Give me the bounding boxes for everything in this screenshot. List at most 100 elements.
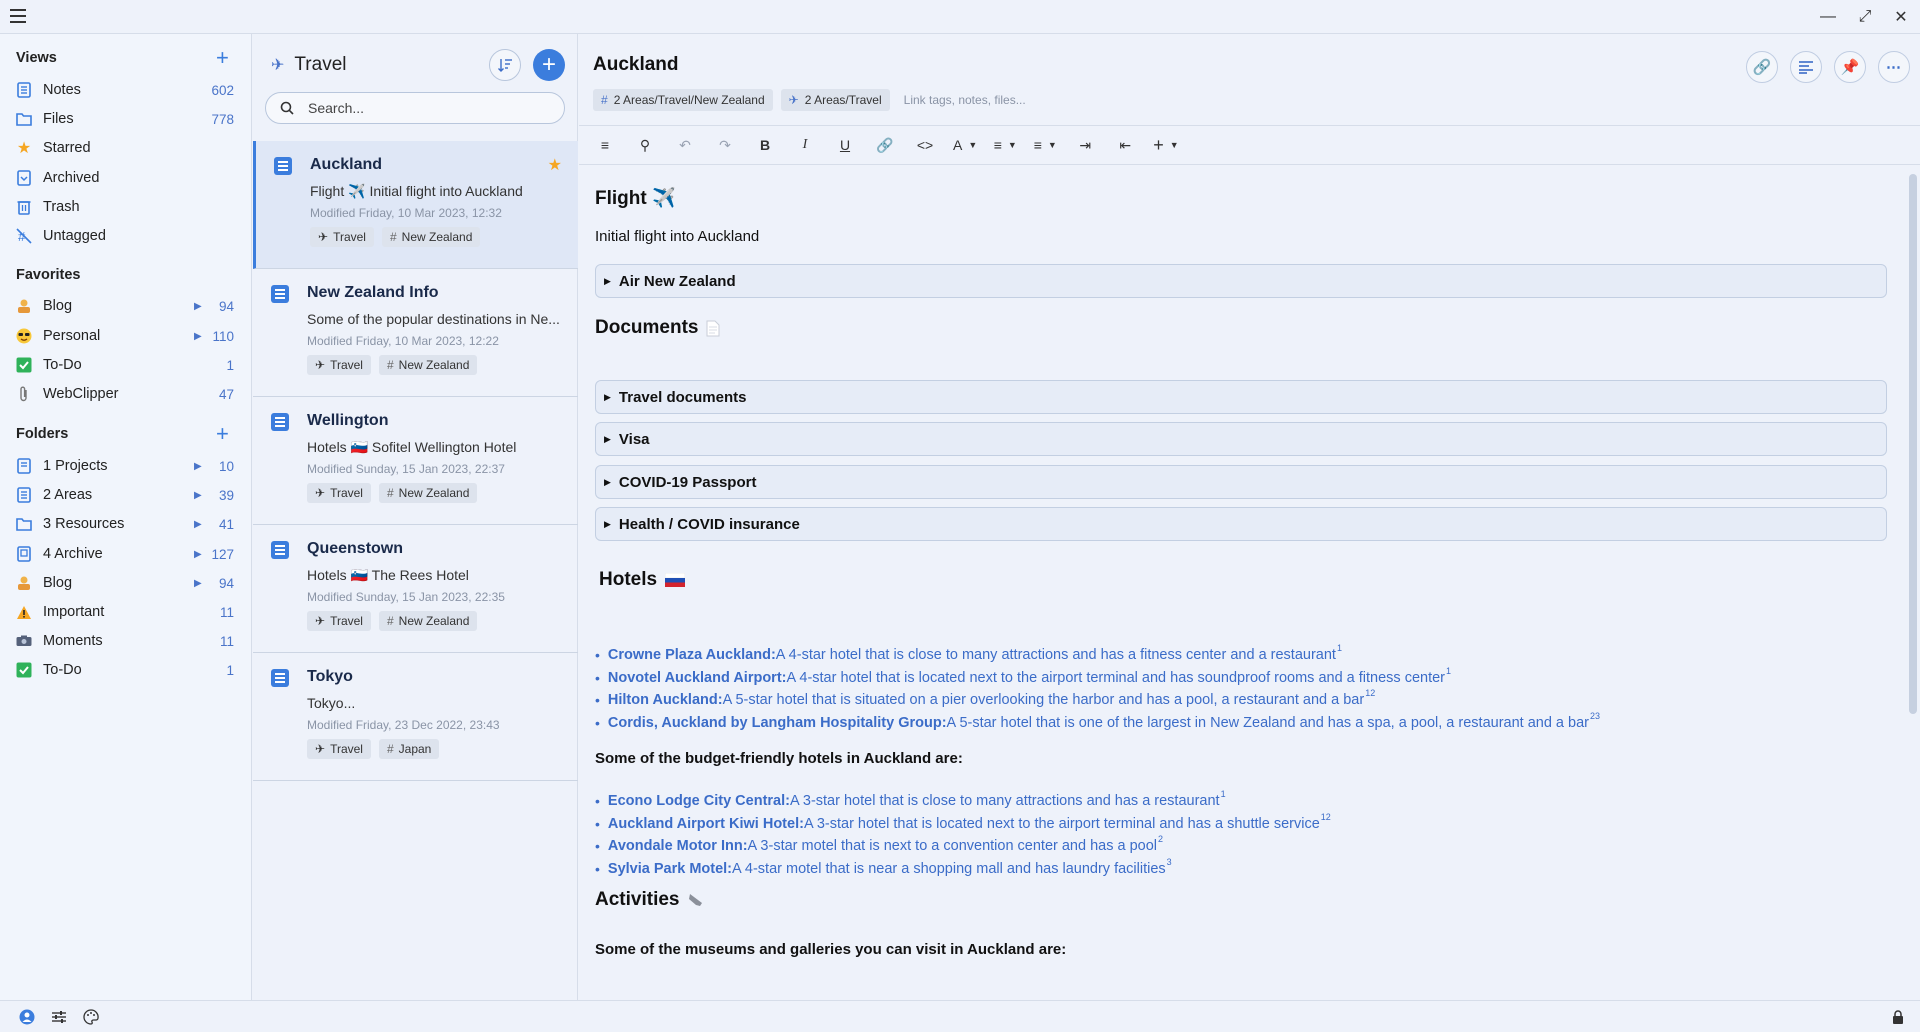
hotel-link[interactable]: Sylvia Park Motel: [608, 861, 732, 877]
tag-new-zealand[interactable]: # New Zealand [378, 611, 478, 631]
maximize-icon[interactable]: ⤢ [1853, 6, 1877, 28]
sidebar-item-2-areas[interactable]: 2 Areas ▶ 39 [0, 481, 252, 509]
sidebar-item-untagged[interactable]: # Untagged [0, 222, 252, 250]
account-icon[interactable] [19, 1009, 35, 1025]
details-health-covid-insurance[interactable]: ▶ Health / COVID insurance [595, 507, 1887, 541]
pin-button[interactable]: 📌 [1834, 51, 1866, 83]
insert-dropdown[interactable]: + ▼ [1153, 131, 1178, 159]
tag-travel[interactable]: ✈ Travel [307, 483, 371, 503]
tag-new-zealand[interactable]: # New Zealand [378, 355, 478, 375]
find-button[interactable]: ⚲ [633, 131, 657, 159]
note-title-heading[interactable]: Auckland [593, 54, 679, 76]
hotel-link[interactable]: Novotel Auckland Airport: [608, 670, 787, 686]
more-options-button[interactable]: ⋯ [1878, 51, 1910, 83]
settings-sliders-icon[interactable] [51, 1009, 67, 1025]
hotel-link[interactable]: Avondale Motor Inn: [608, 838, 748, 854]
sidebar-item-4-archive[interactable]: 4 Archive ▶ 127 [0, 540, 252, 568]
tag-japan[interactable]: # Japan [378, 739, 440, 759]
sidebar-item-notes[interactable]: Notes 602 [0, 76, 252, 104]
note-item-new-zealand-info[interactable]: New Zealand Info Some of the popular des… [253, 269, 578, 397]
note-item-queenstown[interactable]: Queenstown Hotels 🇸🇮 The Rees Hotel Modi… [253, 525, 578, 653]
link-button[interactable]: 🔗 [1746, 51, 1778, 83]
sidebar-item-archived[interactable]: Archived [0, 164, 252, 192]
tag-new-zealand[interactable]: # New Zealand [381, 227, 481, 247]
minimize-icon[interactable]: — [1816, 6, 1840, 28]
expand-arrow-icon[interactable]: ▶ [194, 301, 202, 312]
footnote-ref[interactable]: 1 [1221, 789, 1226, 799]
lock-icon[interactable] [1890, 1009, 1906, 1025]
tag-travel[interactable]: ✈ Travel [307, 355, 371, 375]
list-dropdown[interactable]: ≡ ▼ [993, 131, 1017, 159]
details-covid-passport[interactable]: ▶ COVID-19 Passport [595, 465, 1887, 499]
tag-travel[interactable]: ✈ Travel [310, 227, 374, 247]
palette-icon[interactable] [83, 1009, 99, 1025]
footnote-ref[interactable]: 1 [1337, 643, 1342, 653]
scrollbar-thumb[interactable] [1909, 174, 1917, 714]
footnote-ref[interactable]: 3 [1167, 857, 1172, 867]
expand-arrow-icon[interactable]: ▶ [194, 331, 202, 342]
footnote-ref[interactable]: 12 [1321, 812, 1331, 822]
sidebar-item-files[interactable]: Files 778 [0, 105, 252, 133]
indent-button[interactable]: ⇥ [1073, 131, 1097, 159]
link-tags-input[interactable]: Link tags, notes, files... [904, 93, 1026, 107]
expand-arrow-icon[interactable]: ▶ [194, 578, 202, 589]
search-box[interactable] [265, 92, 565, 124]
tag-travel[interactable]: ✈ Travel [307, 739, 371, 759]
insert-link-button[interactable]: 🔗 [873, 131, 897, 159]
underline-button[interactable]: U [833, 131, 857, 159]
outline-button[interactable] [1790, 51, 1822, 83]
close-icon[interactable]: ✕ [1889, 6, 1913, 28]
add-folder-icon[interactable]: + [216, 423, 229, 445]
note-content[interactable]: Flight ✈️ Initial flight into Auckland ▶… [579, 166, 1905, 1000]
tag-2-areas-travel-new-zealand[interactable]: #2 Areas/Travel/New Zealand [593, 89, 773, 111]
sidebar-item-personal[interactable]: Personal ▶ 110 [0, 322, 252, 350]
star-icon[interactable]: ★ [548, 155, 562, 175]
italic-button[interactable]: I [793, 131, 817, 159]
expand-arrow-icon[interactable]: ▶ [194, 490, 202, 501]
sidebar-item-moments[interactable]: Moments 11 [0, 627, 252, 655]
expand-arrow-icon[interactable]: ▶ [194, 519, 202, 530]
sidebar-item-starred[interactable]: ★ Starred [0, 134, 252, 162]
search-input[interactable] [308, 100, 548, 116]
sidebar-item-todo-folder[interactable]: To-Do 1 [0, 656, 252, 684]
hotel-link[interactable]: Cordis, Auckland by Langham Hospitality … [608, 715, 947, 731]
sidebar-item-webclipper[interactable]: WebClipper 47 [0, 380, 252, 408]
sidebar-item-todo-favorite[interactable]: To-Do 1 [0, 351, 252, 379]
hotel-link[interactable]: Crowne Plaza Auckland: [608, 647, 776, 663]
details-travel-documents[interactable]: ▶ Travel documents [595, 380, 1887, 414]
expand-arrow-icon[interactable]: ▶ [194, 461, 202, 472]
redo-button[interactable]: ↷ [713, 131, 737, 159]
hotel-link[interactable]: Auckland Airport Kiwi Hotel: [608, 816, 804, 832]
add-view-icon[interactable]: + [216, 47, 229, 69]
details-air-new-zealand[interactable]: ▶ Air New Zealand [595, 264, 1887, 298]
note-item-auckland[interactable]: Auckland ★ Flight ✈️ Initial flight into… [253, 141, 578, 269]
code-button[interactable]: <> [913, 131, 937, 159]
outdent-button[interactable]: ⇤ [1113, 131, 1137, 159]
toggle-toolbar-button[interactable]: ≡ [593, 131, 617, 159]
bold-button[interactable]: B [753, 131, 777, 159]
align-dropdown[interactable]: ≡ ▼ [1033, 131, 1057, 159]
footnote-ref[interactable]: 1 [1446, 666, 1451, 676]
hotel-link[interactable]: Econo Lodge City Central: [608, 793, 790, 809]
note-item-tokyo[interactable]: Tokyo Tokyo... Modified Friday, 23 Dec 2… [253, 653, 578, 781]
sidebar-item-blog-folder[interactable]: Blog ▶ 94 [0, 569, 252, 597]
new-note-button[interactable]: + [533, 49, 565, 81]
text-style-dropdown[interactable]: A ▼ [953, 131, 977, 159]
sidebar-item-important[interactable]: Important 11 [0, 598, 252, 626]
hotel-link[interactable]: Hilton Auckland: [608, 692, 723, 708]
expand-arrow-icon[interactable]: ▶ [194, 549, 202, 560]
footnote-ref[interactable]: 23 [1590, 711, 1600, 721]
tag-new-zealand[interactable]: # New Zealand [378, 483, 478, 503]
sidebar-item-blog-favorite[interactable]: Blog ▶ 94 [0, 292, 252, 320]
sort-button[interactable] [489, 49, 521, 81]
undo-button[interactable]: ↶ [673, 131, 697, 159]
hamburger-menu-icon[interactable] [10, 9, 26, 23]
note-item-wellington[interactable]: Wellington Hotels 🇸🇮 Sofitel Wellington … [253, 397, 578, 525]
footnote-ref[interactable]: 12 [1365, 688, 1375, 698]
tag-2-areas-travel[interactable]: ✈ 2 Areas/Travel [780, 89, 890, 111]
sidebar-item-trash[interactable]: Trash [0, 193, 252, 221]
sidebar-item-1-projects[interactable]: 1 Projects ▶ 10 [0, 452, 252, 480]
sidebar-item-3-resources[interactable]: 3 Resources ▶ 41 [0, 510, 252, 538]
tag-travel[interactable]: ✈ Travel [307, 611, 371, 631]
details-visa[interactable]: ▶ Visa [595, 422, 1887, 456]
